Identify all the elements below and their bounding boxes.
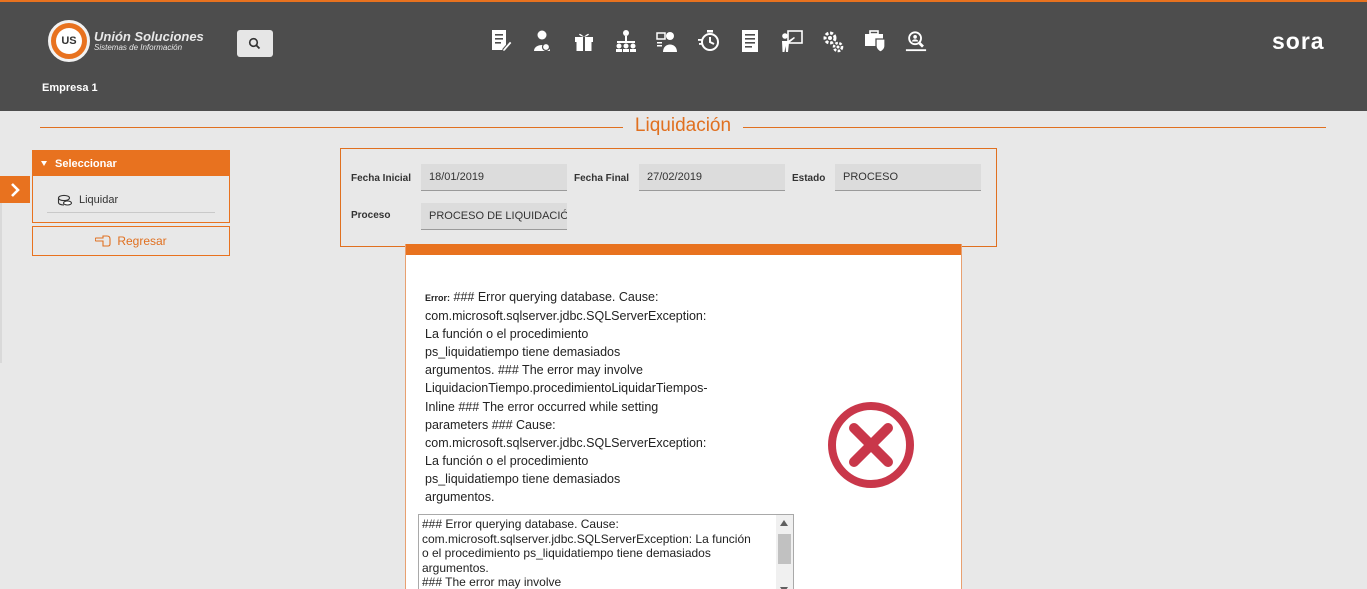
detail-line: o el procedimiento ps_liquidatiempo tien…: [422, 546, 711, 561]
error-line: com.microsoft.sqlserver.jdbc.SQLServerEx…: [425, 435, 707, 450]
page-title: Liquidación: [634, 115, 732, 136]
top-navbar: US Unión Soluciones Sistemas de Informac…: [0, 0, 1367, 111]
hand-pointer-left-icon: [95, 235, 111, 247]
chevron-right-icon: [11, 182, 20, 197]
back-button[interactable]: Regresar: [32, 226, 230, 256]
fecha-inicial-label: Fecha Inicial: [351, 173, 412, 184]
sidebar-toggle[interactable]: [0, 176, 30, 203]
error-line: LiquidacionTiempo.procedimientoLiquidarT…: [425, 381, 708, 396]
error-line: argumentos.: [425, 490, 495, 505]
settings-gears-icon[interactable]: [822, 28, 844, 54]
error-detail-textarea[interactable]: ### Error querying database. Cause: com.…: [418, 514, 794, 589]
sidebar-edge: [0, 203, 2, 363]
personnel-icon[interactable]: [656, 28, 678, 54]
brand-logo: sora: [1272, 28, 1325, 54]
error-prefix: Error:: [425, 293, 451, 303]
proceso-label: Proceso: [351, 210, 391, 221]
error-line: ### Error querying database. Cause:: [453, 290, 659, 304]
search-button[interactable]: [237, 30, 273, 57]
error-message: Error: ### Error querying database. Caus…: [425, 288, 725, 506]
selection-panel: Seleccionar Liquidar: [32, 150, 230, 223]
detail-line: com.microsoft.sqlserver.jdbc.SQLServerEx…: [422, 531, 751, 546]
back-button-label: Regresar: [117, 234, 167, 248]
estado-field[interactable]: PROCESO: [835, 164, 981, 191]
estado-label: Estado: [792, 173, 826, 184]
logo-subtitle: Sistemas de Información: [94, 43, 183, 52]
error-x-icon: [828, 402, 914, 488]
module-menu: [490, 28, 947, 56]
time-icon[interactable]: [697, 28, 720, 54]
scroll-up-arrow-icon[interactable]: [780, 520, 788, 526]
report-icon[interactable]: [739, 28, 761, 54]
detail-line: ### Error querying database. Cause:: [422, 517, 619, 531]
training-icon[interactable]: [781, 28, 803, 54]
error-line: La función o el procedimiento: [425, 453, 589, 468]
logo-text: Unión Soluciones Sistemas de Información: [94, 30, 204, 52]
error-dialog: Error: ### Error querying database. Caus…: [405, 244, 962, 589]
error-line: La función o el procedimiento: [425, 327, 589, 342]
error-line: com.microsoft.sqlserver.jdbc.SQLServerEx…: [425, 309, 707, 324]
error-line: ps_liquidatiempo tiene demasiados: [425, 345, 621, 360]
benefits-gift-icon[interactable]: [573, 28, 595, 54]
company-logo[interactable]: US Unión Soluciones Sistemas de Informac…: [48, 20, 204, 62]
logo-title: Unión Soluciones: [94, 29, 204, 44]
coins-icon: [57, 194, 73, 206]
page-title-row: Liquidación: [40, 114, 1326, 140]
error-line: argumentos. ### The error may involve: [425, 363, 643, 378]
detail-line: argumentos.: [422, 560, 489, 575]
error-line: parameters ### Cause:: [425, 417, 556, 432]
document-edit-icon[interactable]: [490, 28, 512, 54]
selection-panel-header[interactable]: Seleccionar: [33, 151, 229, 176]
fecha-final-label: Fecha Final: [574, 173, 630, 184]
scroll-thumb[interactable]: [778, 534, 791, 564]
logo-badge-text: US: [56, 28, 82, 54]
org-chart-icon[interactable]: [615, 28, 637, 54]
company-name: Empresa 1: [42, 82, 98, 94]
liquidation-form: Fecha Inicial 18/01/2019 Fecha Final 27/…: [340, 148, 997, 247]
proceso-field[interactable]: PROCESO DE LIQUIDACIÓN: [421, 203, 567, 230]
sidebar-item-liquidar[interactable]: Liquidar: [47, 188, 215, 213]
search-icon: [248, 37, 261, 49]
sidebar-item-label: Liquidar: [79, 194, 119, 206]
detail-line: ### The error may involve: [422, 575, 562, 589]
logo-badge: US: [48, 20, 90, 62]
error-line: Inline ### The error occurred while sett…: [425, 399, 659, 414]
selection-panel-title: Seleccionar: [55, 157, 117, 170]
fecha-inicial-field[interactable]: 18/01/2019: [421, 164, 567, 191]
security-icon[interactable]: [864, 28, 886, 54]
audit-icon[interactable]: [905, 28, 927, 54]
dialog-header-bar: [406, 244, 961, 255]
caret-down-icon: [41, 161, 47, 166]
error-line: ps_liquidatiempo tiene demasiados: [425, 471, 621, 486]
textarea-scrollbar[interactable]: [776, 515, 793, 589]
employee-icon[interactable]: [532, 28, 554, 54]
fecha-final-field[interactable]: 27/02/2019: [639, 164, 785, 191]
error-detail-text: ### Error querying database. Cause: com.…: [422, 517, 774, 589]
